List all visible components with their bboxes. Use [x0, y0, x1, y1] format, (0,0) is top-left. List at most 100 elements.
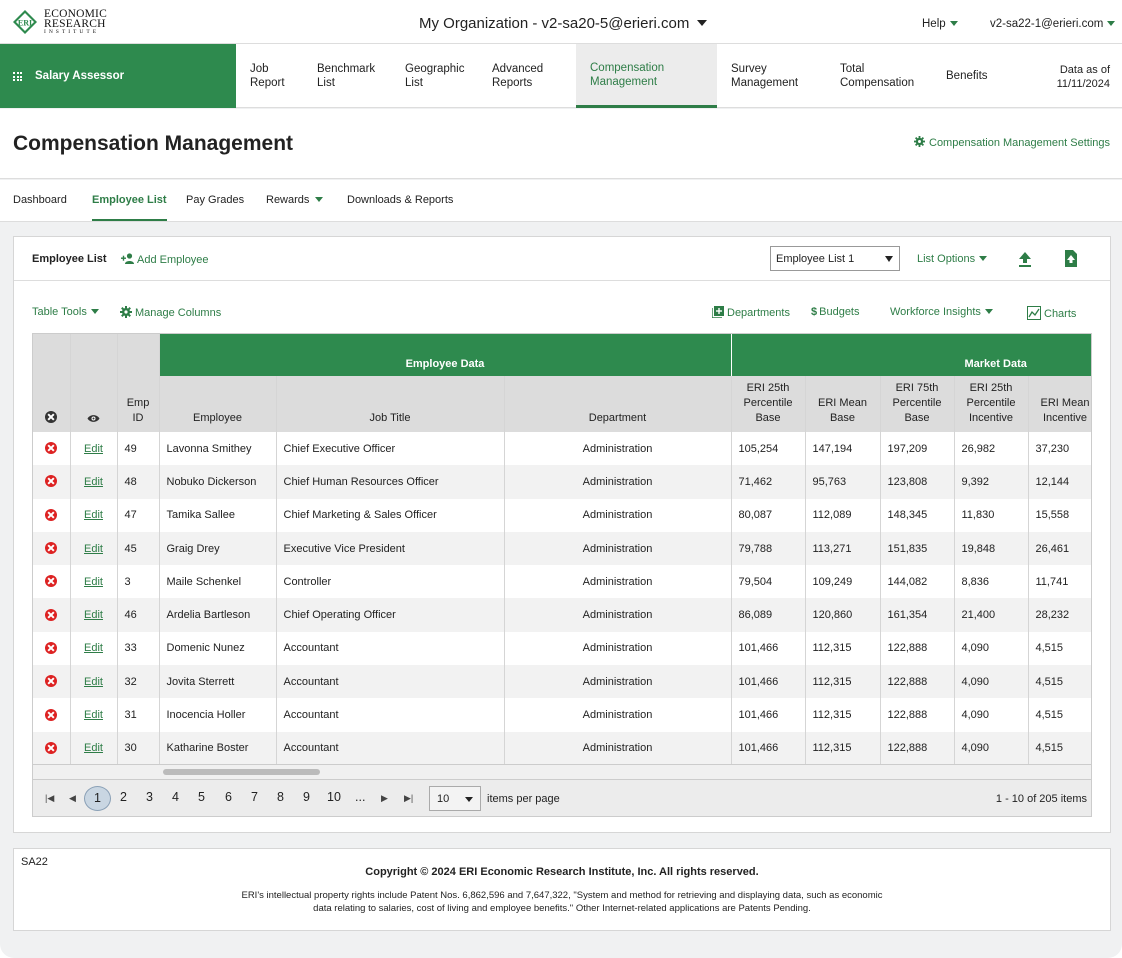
app-switcher[interactable]: Salary Assessor [0, 44, 236, 108]
add-employee-button[interactable]: Add Employee [121, 253, 209, 266]
eri-25th-incentive-header[interactable]: ERI 25th Percentile Incentive [954, 376, 1029, 432]
app-grid-icon [13, 72, 22, 81]
workforce-insights-menu[interactable]: Workforce Insights [890, 306, 993, 318]
delete-cell [33, 698, 71, 732]
edit-cell: Edit [70, 531, 118, 566]
page-1-button[interactable]: 1 [84, 786, 111, 811]
help-menu[interactable]: Help [922, 18, 958, 30]
edit-link[interactable]: Edit [84, 642, 103, 654]
upload-icon[interactable] [1018, 251, 1032, 267]
add-employee-label: Add Employee [137, 254, 209, 266]
eri-25th-base-cell: 101,466 [731, 631, 806, 666]
delete-row-icon[interactable] [45, 475, 58, 488]
horizontal-scrollbar[interactable] [32, 765, 1092, 779]
next-page-icon[interactable]: ▶ [381, 793, 388, 804]
edit-link[interactable]: Edit [84, 676, 103, 688]
emp-id-cell: 48 [117, 465, 160, 499]
eri-mean-base-cell: 112,315 [805, 698, 881, 732]
tab-rewards[interactable]: Rewards [266, 194, 324, 206]
page-2-button[interactable]: 2 [120, 790, 127, 804]
tab-dashboard[interactable]: Dashboard [13, 194, 67, 206]
eri-75th-base-header[interactable]: ERI 75th Percentile Base [880, 376, 955, 432]
emp-id-header[interactable]: Emp ID [117, 334, 160, 432]
page-4-button[interactable]: 4 [172, 790, 179, 804]
delete-cell [33, 465, 71, 499]
edit-link[interactable]: Edit [84, 742, 103, 754]
eri-mean-incentive-cell: 4,515 [1028, 665, 1091, 699]
edit-link[interactable]: Edit [84, 509, 103, 521]
page-3-button[interactable]: 3 [146, 790, 153, 804]
delete-row-icon[interactable] [45, 741, 58, 754]
eri-25th-base-header[interactable]: ERI 25th Percentile Base [731, 376, 806, 432]
page-10-button[interactable]: 10 [327, 790, 341, 804]
department-cell: Administration [504, 432, 732, 466]
budgets-button[interactable]: $ Budgets [811, 306, 860, 318]
eri-mean-incentive-header[interactable]: ERI Mean Incentive [1028, 376, 1091, 432]
delete-row-icon[interactable] [45, 708, 58, 721]
employee-list-select[interactable]: Employee List 1 [770, 246, 900, 271]
edit-link[interactable]: Edit [84, 543, 103, 555]
page-5-button[interactable]: 5 [198, 790, 205, 804]
edit-link[interactable]: Edit [84, 609, 103, 621]
eri-75th-base-cell: 197,209 [880, 432, 955, 466]
page-9-button[interactable]: 9 [303, 790, 310, 804]
compensation-settings-link[interactable]: Compensation Management Settings [914, 136, 1110, 149]
nav-survey-management[interactable]: Survey Management [731, 44, 831, 108]
delete-row-icon[interactable] [45, 575, 58, 588]
last-page-icon[interactable]: ▶| [404, 793, 413, 804]
list-options-menu[interactable]: List Options [917, 253, 988, 265]
nav-label-line1: Benefits [946, 70, 988, 82]
eri-logo[interactable]: ERI ECONOMIC RESEARCH INSTITUTE [12, 8, 107, 36]
table-tools-menu[interactable]: Table Tools [32, 306, 99, 318]
job-title-cell: Chief Operating Officer [276, 598, 505, 632]
manage-columns-button[interactable]: Manage Columns [120, 306, 221, 319]
edit-link[interactable]: Edit [84, 443, 103, 455]
tab-employee-list[interactable]: Employee List [92, 194, 167, 221]
emp-id-cell: 31 [117, 698, 160, 732]
first-page-icon[interactable]: |◀ [45, 793, 54, 804]
delete-row-icon[interactable] [45, 675, 58, 688]
eri-25th-base-cell: 79,788 [731, 531, 806, 566]
page-8-button[interactable]: 8 [277, 790, 284, 804]
page-6-button[interactable]: 6 [225, 790, 232, 804]
job-title-header[interactable]: Job Title [276, 376, 505, 432]
employee-table-viewport[interactable]: Emp ID Employee Data Market Data Employe… [32, 333, 1092, 765]
delete-row-icon[interactable] [45, 608, 58, 621]
department-header[interactable]: Department [504, 376, 732, 432]
tab-downloads-reports[interactable]: Downloads & Reports [347, 194, 453, 206]
nav-benchmark-list[interactable]: Benchmark List [317, 44, 417, 108]
delete-row-icon[interactable] [45, 442, 58, 455]
departments-button[interactable]: Departments [712, 306, 790, 319]
nav-total-compensation[interactable]: Total Compensation [840, 44, 940, 108]
eri-mean-base-header[interactable]: ERI Mean Base [805, 376, 881, 432]
charts-button[interactable]: Charts [1027, 306, 1076, 320]
items-per-page-select[interactable]: 10 [429, 786, 481, 811]
delete-row-icon[interactable] [45, 508, 58, 521]
delete-cell [33, 531, 71, 566]
page-7-button[interactable]: 7 [251, 790, 258, 804]
nav-geographic-list[interactable]: Geographic List [405, 44, 505, 108]
edit-link[interactable]: Edit [84, 709, 103, 721]
edit-link[interactable]: Edit [84, 576, 103, 588]
more-pages-button[interactable]: ... [355, 790, 365, 804]
charts-label: Charts [1044, 308, 1077, 320]
delete-row-icon[interactable] [45, 641, 58, 654]
legal-line-2: data relating to salaries, cost of livin… [313, 903, 811, 914]
page-range-info: 1 - 10 of 205 items [995, 793, 1087, 805]
eri-mean-base-cell: 95,763 [805, 465, 881, 499]
scrollbar-thumb[interactable] [163, 769, 320, 775]
export-file-icon[interactable] [1064, 250, 1078, 267]
tab-pay-grades[interactable]: Pay Grades [186, 194, 244, 206]
remove-circle-icon [45, 411, 58, 423]
user-menu[interactable]: v2-sa22-1@erieri.com [990, 18, 1116, 30]
nav-compensation-management[interactable]: Compensation Management [576, 44, 717, 108]
organization-label: My Organization - v2-sa20-5@erieri.com [419, 15, 690, 32]
gear-icon [914, 136, 925, 147]
edit-link[interactable]: Edit [84, 476, 103, 488]
delete-row-icon[interactable] [45, 542, 58, 555]
organization-selector[interactable]: My Organization - v2-sa20-5@erieri.com [419, 15, 708, 32]
prev-page-icon[interactable]: ◀ [69, 793, 76, 804]
employee-name-cell: Lavonna Smithey [159, 432, 277, 466]
nav-benefits[interactable]: Benefits [946, 44, 1046, 108]
employee-header[interactable]: Employee [159, 376, 277, 432]
